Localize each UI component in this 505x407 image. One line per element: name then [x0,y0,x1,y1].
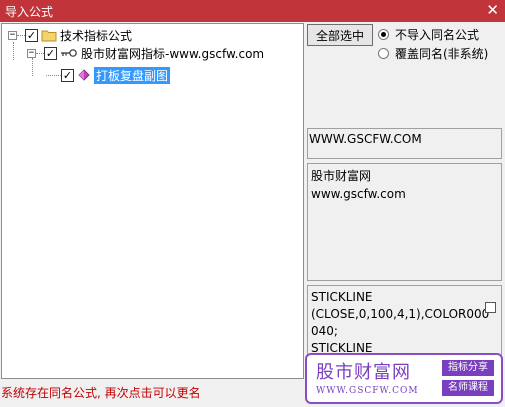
collapse-toggle[interactable]: − [27,48,36,58]
tree-child-checkbox[interactable]: ✓ [44,46,57,60]
url-field: WWW.GSCFW.COM [307,128,502,159]
folder-icon [41,29,57,42]
watermark-tag-share: 指标分享 [442,360,494,376]
code-checkbox[interactable] [485,302,496,313]
tree-root-checkbox[interactable]: ✓ [25,28,38,42]
code-line: STICKLINE [311,290,373,304]
code-line: 040; [311,324,338,338]
tree-connector [13,42,14,60]
window-title: 导入公式 [5,5,54,19]
watermark-tag-course: 名师课程 [442,380,494,396]
status-message: 系统存在同名公式, 再次点击可以更名 [1,386,201,400]
formula-tree[interactable]: − ✓ 技术指标公式 − ✓ 股市财富网指标-www.gscfw.com ✓ 打… [1,23,304,379]
brand-watermark: 股市财富网 WWW.GSCFW.COM 指标分享 名师课程 [305,353,503,404]
code-line: (CLOSE,0,100,4,1),COLOR000 [311,307,490,321]
radio-button[interactable] [378,48,389,59]
tree-node-root[interactable]: − ✓ 技术指标公式 [8,26,132,44]
description-line: 股市财富网 [311,169,372,183]
close-icon[interactable]: ✕ [486,1,499,19]
select-all-button[interactable]: 全部选中 [307,24,373,46]
title-bar: 导入公式 ✕ [0,0,505,22]
radio-overwrite-same-name[interactable]: 覆盖同名(非系统) [378,45,488,62]
formula-gem-icon [77,68,91,82]
tree-root-label: 技术指标公式 [60,28,133,43]
tree-child-label: 股市财富网指标-www.gscfw.com [81,46,265,61]
radio-overwrite-label: 覆盖同名(非系统) [395,47,489,61]
radio-skip-same-name[interactable]: 不导入同名公式 [378,26,479,43]
watermark-url: WWW.GSCFW.COM [316,386,419,396]
options-panel: 全部选中 不导入同名公式 覆盖同名(非系统) WWW.GSCFW.COM 股市财… [307,23,505,379]
radio-button[interactable] [378,29,389,40]
tree-node-child[interactable]: − ✓ 股市财富网指标-www.gscfw.com [27,44,264,62]
key-icon [60,48,78,58]
description-box: 股市财富网 www.gscfw.com [307,163,502,281]
collapse-toggle[interactable]: − [8,30,17,40]
radio-skip-label: 不导入同名公式 [395,28,480,42]
tree-leaf-label[interactable]: 打板复盘副图 [94,66,171,84]
tree-node-leaf[interactable]: ✓ 打板复盘副图 [46,66,171,84]
url-text: WWW.GSCFW.COM [309,132,422,146]
description-line: www.gscfw.com [311,187,406,201]
watermark-brand: 股市财富网 [316,362,411,383]
tree-leaf-checkbox[interactable]: ✓ [61,68,74,82]
